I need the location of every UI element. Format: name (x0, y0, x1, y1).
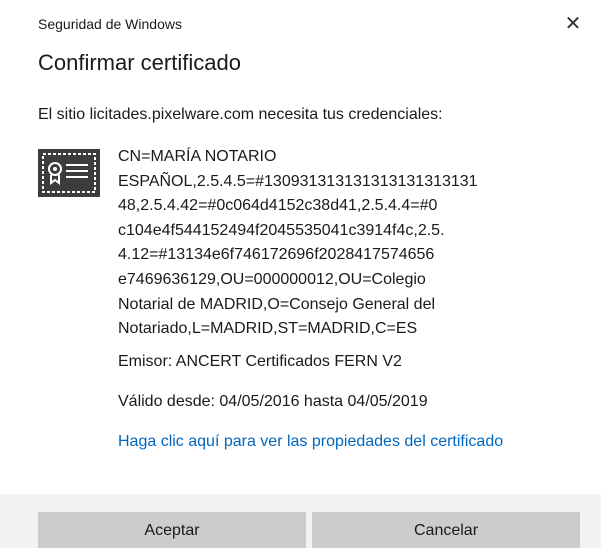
close-icon[interactable]: ✕ (561, 12, 585, 36)
subject-line: 48,2.5.4.42=#0c064d4152c38d41,2.5.4.4=#0 (118, 197, 438, 215)
certificate-details: CN=MARÍA NOTARIO ESPAÑOL,2.5.4.5=#130931… (118, 145, 538, 450)
subject-line: 4.12=#13134e6f746172696f2028417574656 (118, 246, 435, 264)
dialog-subtitle: El sitio licitades.pixelware.com necesit… (38, 106, 443, 123)
subject-line: Notarial de MADRID,O=Consejo General del (118, 295, 436, 313)
security-dialog: Seguridad de Windows ✕ Confirmar certifi… (0, 0, 601, 548)
button-bar: Aceptar Cancelar (0, 494, 601, 548)
certificate-subject: CN=MARÍA NOTARIO ESPAÑOL,2.5.4.5=#130931… (118, 145, 538, 342)
cancel-button[interactable]: Cancelar (312, 512, 580, 548)
window-title: Seguridad de Windows (38, 16, 182, 32)
certificate-issuer: Emisor: ANCERT Certificados FERN V2 (118, 353, 402, 370)
subject-line: c104e4f544152494f2045535041c3914f4c,2.5. (118, 221, 445, 239)
subject-line: Notariado,L=MADRID,ST=MADRID,C=ES (118, 320, 418, 338)
subject-line: ESPAÑOL,2.5.4.5=#13093131313131313131313… (118, 172, 478, 190)
subject-line: CN=MARÍA NOTARIO (118, 148, 277, 165)
certificate-validity: Válido desde: 04/05/2016 hasta 04/05/201… (118, 393, 428, 410)
certificate-properties-link[interactable]: Haga clic aquí para ver las propiedades … (118, 430, 538, 454)
accept-button[interactable]: Aceptar (38, 512, 306, 548)
subject-line: e7469636129,OU=000000012,OU=Colegio (118, 270, 426, 288)
certificate-icon (38, 149, 100, 197)
dialog-heading: Confirmar certificado (38, 50, 241, 75)
